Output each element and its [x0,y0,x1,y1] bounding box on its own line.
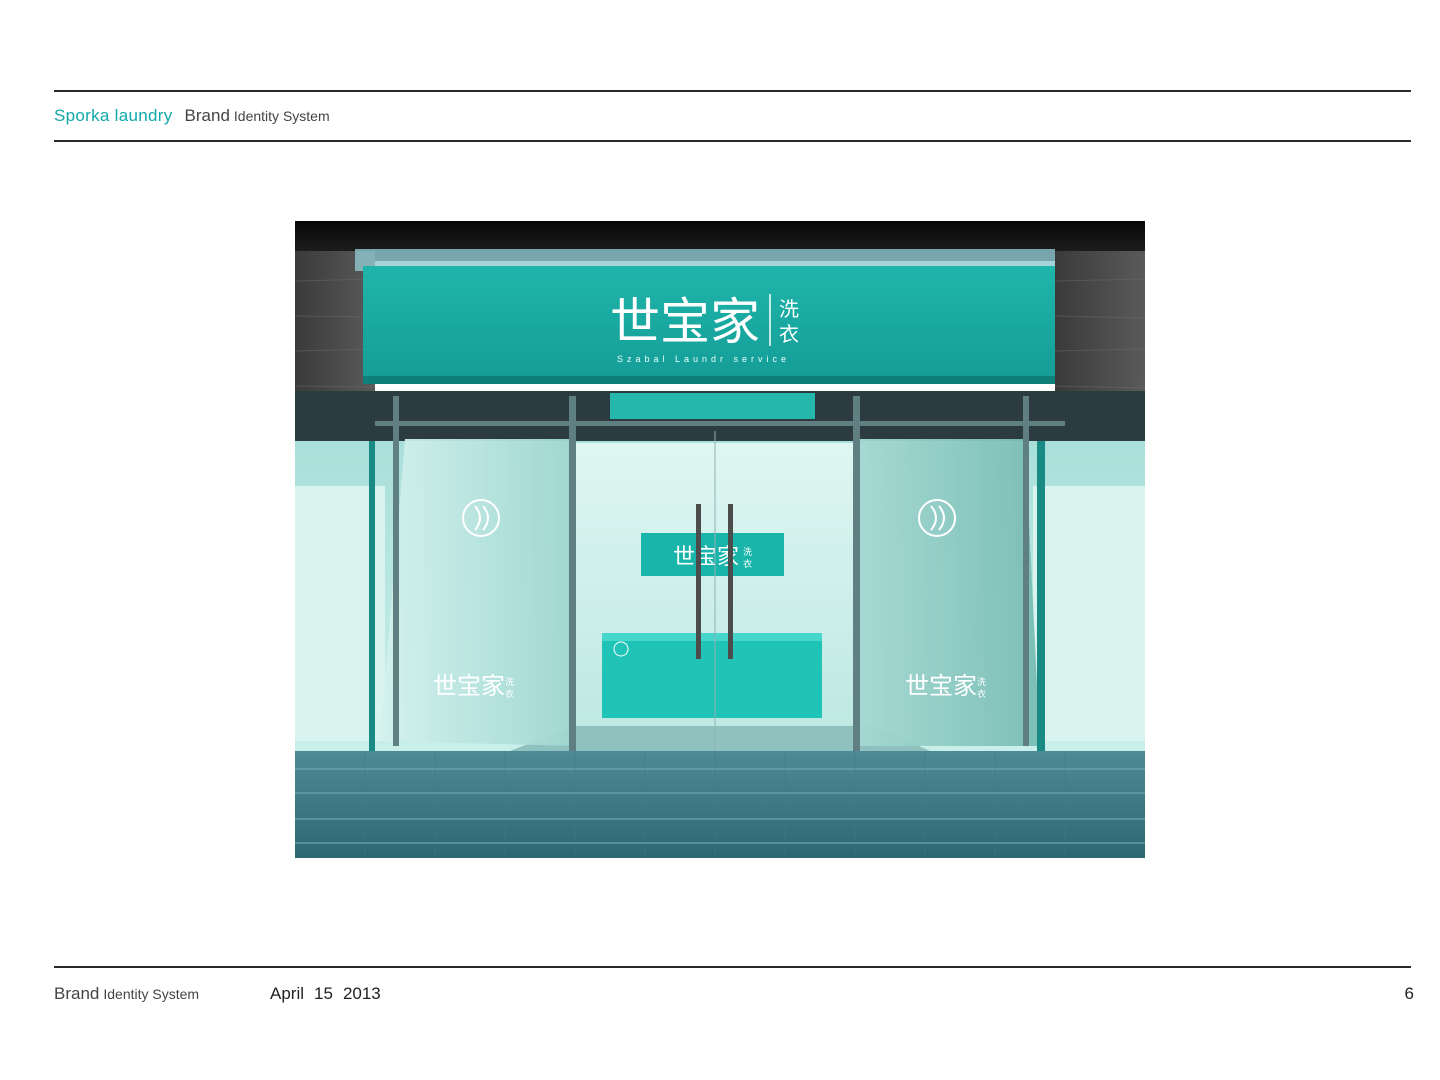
right-door-handle[interactable] [728,504,733,659]
right-panel-chinese: 世宝家 [905,672,977,700]
left-panel-side-bottom: 衣 [505,688,514,700]
footer-date-year: 2013 [342,984,381,1003]
document-title: Brand Identity System [185,106,330,126]
footer-top-rule [54,966,1411,968]
header-bottom-rule [54,140,1411,142]
footer-title-brand: Brand [54,984,100,1003]
interior-sign-side-bottom: 衣 [743,558,752,570]
footer-date-day: 15 [314,984,333,1003]
sign-chinese-name: 世宝家 [610,293,760,351]
reception-counter [602,633,822,718]
entrance-steps [295,751,1145,858]
right-panel-side-top: 洗 [977,676,986,688]
right-frame-post [1037,441,1045,756]
left-panel-side-top: 洗 [505,676,514,688]
sign-chinese-side-top: 洗 [779,297,799,321]
left-frame-post [369,441,375,756]
sign-board-edge [363,376,1055,384]
footer-date: April 15 2013 [270,984,381,1004]
left-door-handle[interactable] [696,504,701,659]
document-title-brand: Brand [184,106,230,125]
header-top-rule [54,90,1411,92]
left-panel-chinese: 世宝家 [433,672,505,700]
brand-name: Sporka laundry [54,106,173,125]
document-title-identity-system: Identity System [233,108,330,124]
sign-chinese-side-bottom: 衣 [779,322,799,346]
reception-counter-top [602,633,822,641]
page-footer: Brand Identity System April 15 2013 6 [54,984,1414,1008]
right-window [1033,486,1145,741]
right-panel-side-bottom: 衣 [977,688,986,700]
storefront-rendering: 世宝家 洗 衣 Szabal Laundr service 世宝家 洗 衣 世宝… [295,221,1145,858]
page-number: 6 [1404,984,1414,1003]
footer-date-month: April [270,984,305,1003]
interior-sign-side-top: 洗 [743,546,752,558]
storefront-illustration: 世宝家 洗 衣 Szabal Laundr service 世宝家 洗 衣 世宝… [295,221,1145,858]
footer-document-title: Brand Identity System [54,984,199,1004]
footer-title-identity-system: Identity System [103,986,200,1002]
page-header: Sporka laundry Brand Identity System [54,106,330,132]
inner-teal-header [610,393,815,419]
sign-subtitle: Szabal Laundr service [617,354,790,364]
